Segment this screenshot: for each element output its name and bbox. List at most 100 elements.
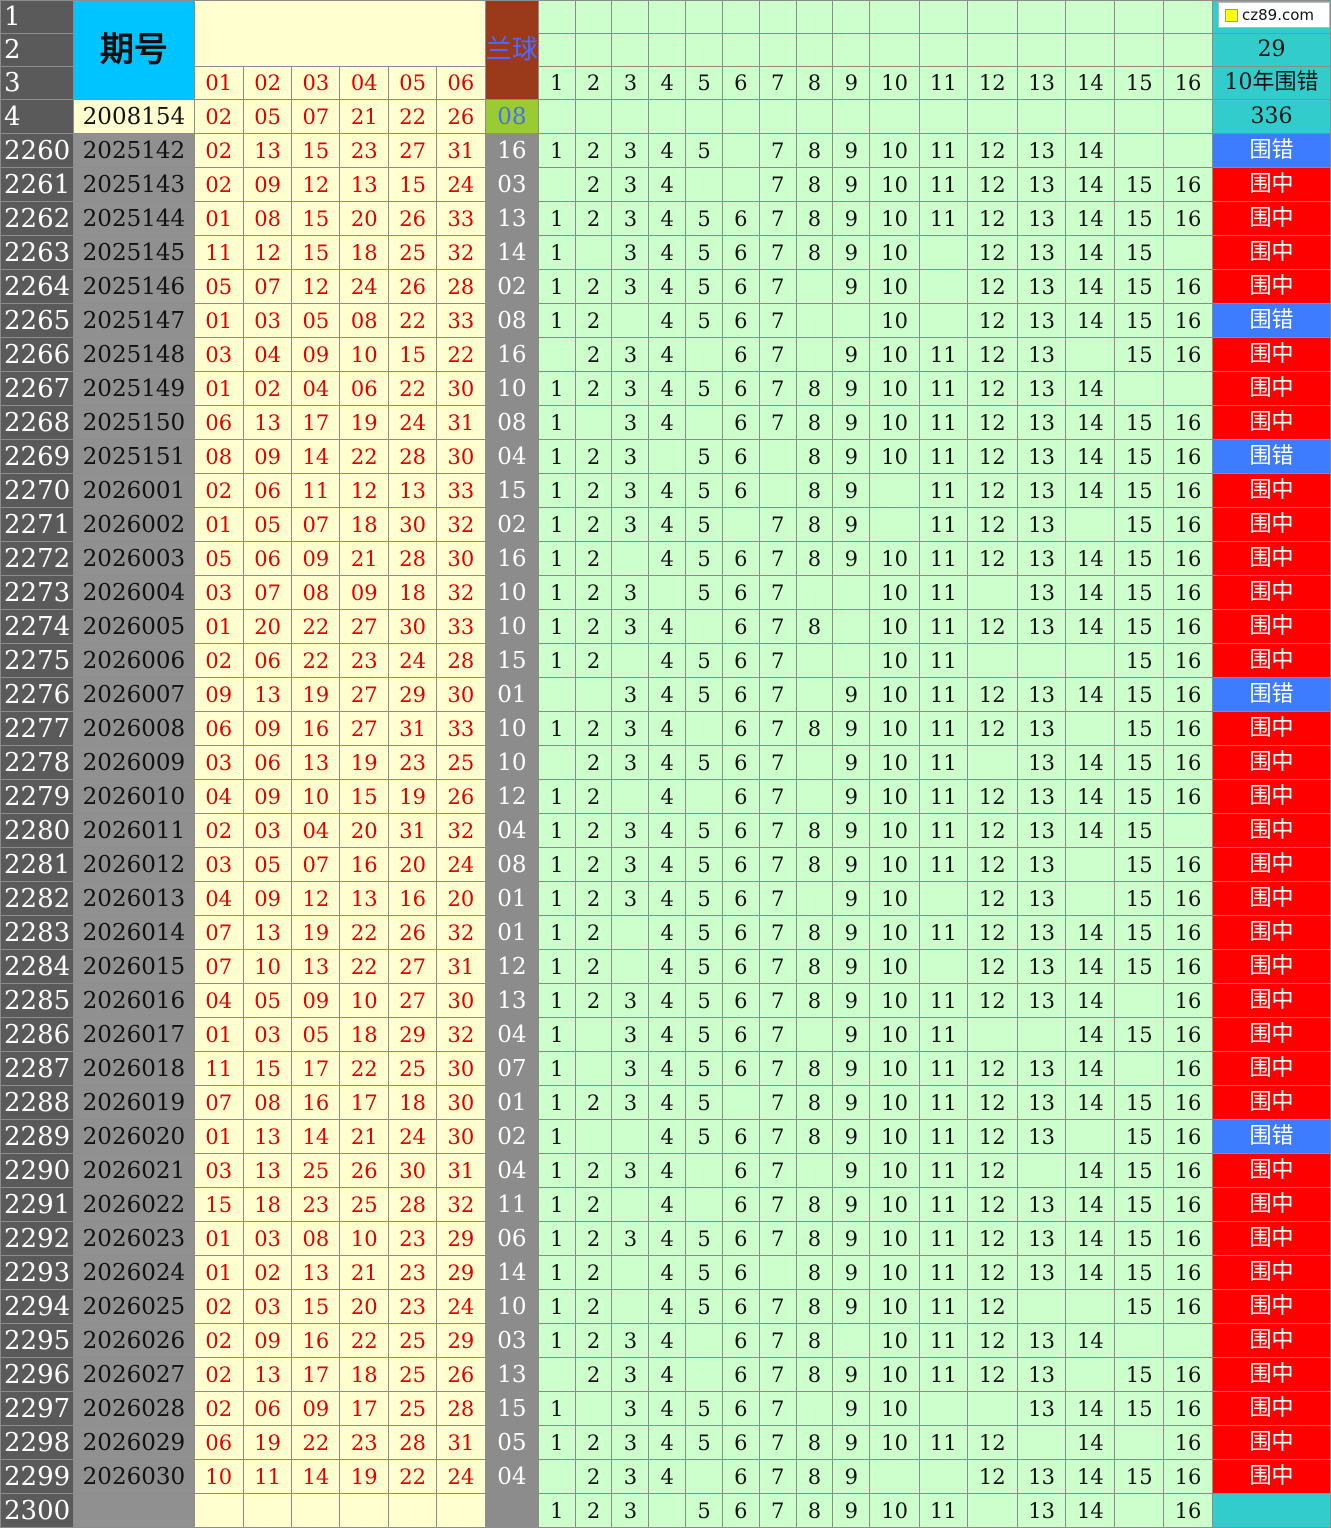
digit-cell: 9 — [832, 1289, 871, 1324]
red-ball: 22 — [339, 439, 390, 474]
digit-cell: 7 — [758, 575, 797, 610]
red-ball: 16 — [339, 847, 390, 882]
row-number: 2284 — [0, 949, 74, 984]
header-digit-blank — [1065, 0, 1116, 34]
digit-cell: 6 — [721, 541, 760, 576]
digit-cell — [966, 745, 1018, 780]
digit-cell: 8 — [795, 1425, 834, 1460]
red-ball: 10 — [193, 1459, 244, 1494]
digit-cell: 16 — [1163, 1357, 1213, 1392]
issue-number: 2026028 — [72, 1391, 195, 1426]
digit-cell — [648, 575, 687, 610]
digit-cell: 15 — [1114, 1187, 1165, 1222]
red-ball: 22 — [388, 303, 437, 338]
red-ball: 17 — [291, 405, 341, 440]
digit-cell — [574, 1051, 613, 1086]
digit-cell — [966, 1493, 1018, 1528]
red-ball: 15 — [242, 1051, 293, 1086]
digit-cell: 15 — [1114, 677, 1165, 712]
digit-cell: 7 — [758, 745, 797, 780]
digit-cell: 13 — [1016, 575, 1067, 610]
digit-cell: 2 — [574, 983, 613, 1018]
digit-cell: 9 — [832, 541, 871, 576]
digit-cell: 5 — [685, 643, 723, 678]
red-ball: 06 — [242, 541, 293, 576]
digit-cell: 8 — [795, 1323, 834, 1358]
digit-cell: 12 — [966, 1459, 1018, 1494]
digit-cell: 1 — [537, 1255, 576, 1290]
table-row: 2290 2026021 03 13 25 26 30 31 04 1 2 3 4 6 7 9 10 11 12 14… — [0, 1153, 1331, 1188]
digit-cell: 14 — [1065, 1221, 1116, 1256]
digit-cell: 9 — [832, 269, 871, 304]
digit-cell: 6 — [721, 915, 760, 950]
digit-cell: 11 — [918, 1323, 968, 1358]
digit-cell: 5 — [685, 1255, 723, 1290]
digit-cell: 15 — [1114, 1357, 1165, 1392]
digit-cell: 4 — [648, 1187, 687, 1222]
issue-number: 2026007 — [72, 677, 195, 712]
digit-cell: 13 — [1016, 881, 1067, 916]
digit-cell: 11 — [918, 507, 968, 542]
blue-ball: 16 — [484, 133, 539, 168]
digit-cell: 6 — [721, 813, 760, 848]
digit-cell: 15 — [1114, 303, 1165, 338]
table-row: 2292 2026023 01 03 08 10 23 29 06 1 2 3 4 5 6 7 8 9 10 11 12… — [0, 1221, 1331, 1256]
red-ball: 19 — [388, 779, 437, 814]
digit-cell: 16 — [1163, 1187, 1213, 1222]
digit-cell: 14 — [1065, 1017, 1116, 1052]
digit-cell: 7 — [758, 1323, 797, 1358]
row-number: 2290 — [0, 1153, 74, 1188]
table-row: 2294 2026025 02 03 15 20 23 24 10 1 2 4 5 6 7 8 9 10 11 12 1… — [0, 1289, 1331, 1324]
digit-cell — [1163, 235, 1213, 270]
red-ball: 23 — [388, 1255, 437, 1290]
row-number: 2286 — [0, 1017, 74, 1052]
blue-ball: 02 — [484, 1119, 539, 1154]
red-ball: 31 — [436, 133, 486, 168]
digit-cell: 4 — [648, 745, 687, 780]
digit-cell — [1065, 99, 1116, 134]
digit-cell: 13 — [1016, 269, 1067, 304]
table-row: 2291 2026022 15 18 23 25 28 32 11 1 2 4 6 7 8 9 10 11 12 13… — [0, 1187, 1331, 1222]
digit-cell — [918, 881, 968, 916]
red-ball: 17 — [339, 1085, 390, 1120]
header-digit-blank — [832, 33, 871, 67]
digit-cell — [1065, 1289, 1116, 1324]
red-ball: 10 — [339, 1221, 390, 1256]
digit-cell: 8 — [795, 847, 834, 882]
digit-cell: 12 — [966, 1153, 1018, 1188]
digit-cell: 10 — [869, 269, 920, 304]
digit-cell: 4 — [648, 303, 687, 338]
digit-cell: 2 — [574, 1255, 613, 1290]
digit-cell: 2 — [574, 1221, 613, 1256]
red-ball: 14 — [291, 1119, 341, 1154]
digit-cell: 5 — [685, 949, 723, 984]
digit-cell: 13 — [1016, 235, 1067, 270]
header-digit-blank — [721, 33, 760, 67]
red-ball: 02 — [242, 1255, 293, 1290]
digit-cell: 3 — [611, 711, 650, 746]
digit-cell: 6 — [721, 1221, 760, 1256]
digit-cell: 6 — [721, 1391, 760, 1426]
digit-cell: 12 — [966, 881, 1018, 916]
red-ball: 01 — [193, 303, 244, 338]
red-ball: 31 — [436, 405, 486, 440]
digit-cell: 10 — [869, 201, 920, 236]
digit-cell: 15 — [1114, 1153, 1165, 1188]
digit-cell — [1114, 371, 1165, 406]
digit-cell: 7 — [758, 371, 797, 406]
red-ball: 32 — [436, 813, 486, 848]
red-ball: 22 — [339, 1323, 390, 1358]
header-digit-blank — [611, 33, 650, 67]
table-row: 2293 2026024 01 02 13 21 23 29 14 1 2 4 5 6 8 9 10 11 12 13… — [0, 1255, 1331, 1290]
digit-cell: 10 — [869, 609, 920, 644]
digit-cell: 15 — [1114, 1289, 1165, 1324]
issue-number: 2026002 — [72, 507, 195, 542]
row-number: 2278 — [0, 745, 74, 780]
digit-cell: 4 — [648, 813, 687, 848]
red-ball: 09 — [291, 541, 341, 576]
issue-number: 2026009 — [72, 745, 195, 780]
red-ball: 13 — [339, 881, 390, 916]
digit-cell: 8 — [795, 1459, 834, 1494]
digit-cell: 13 — [1016, 779, 1067, 814]
digit-cell: 7 — [758, 507, 797, 542]
